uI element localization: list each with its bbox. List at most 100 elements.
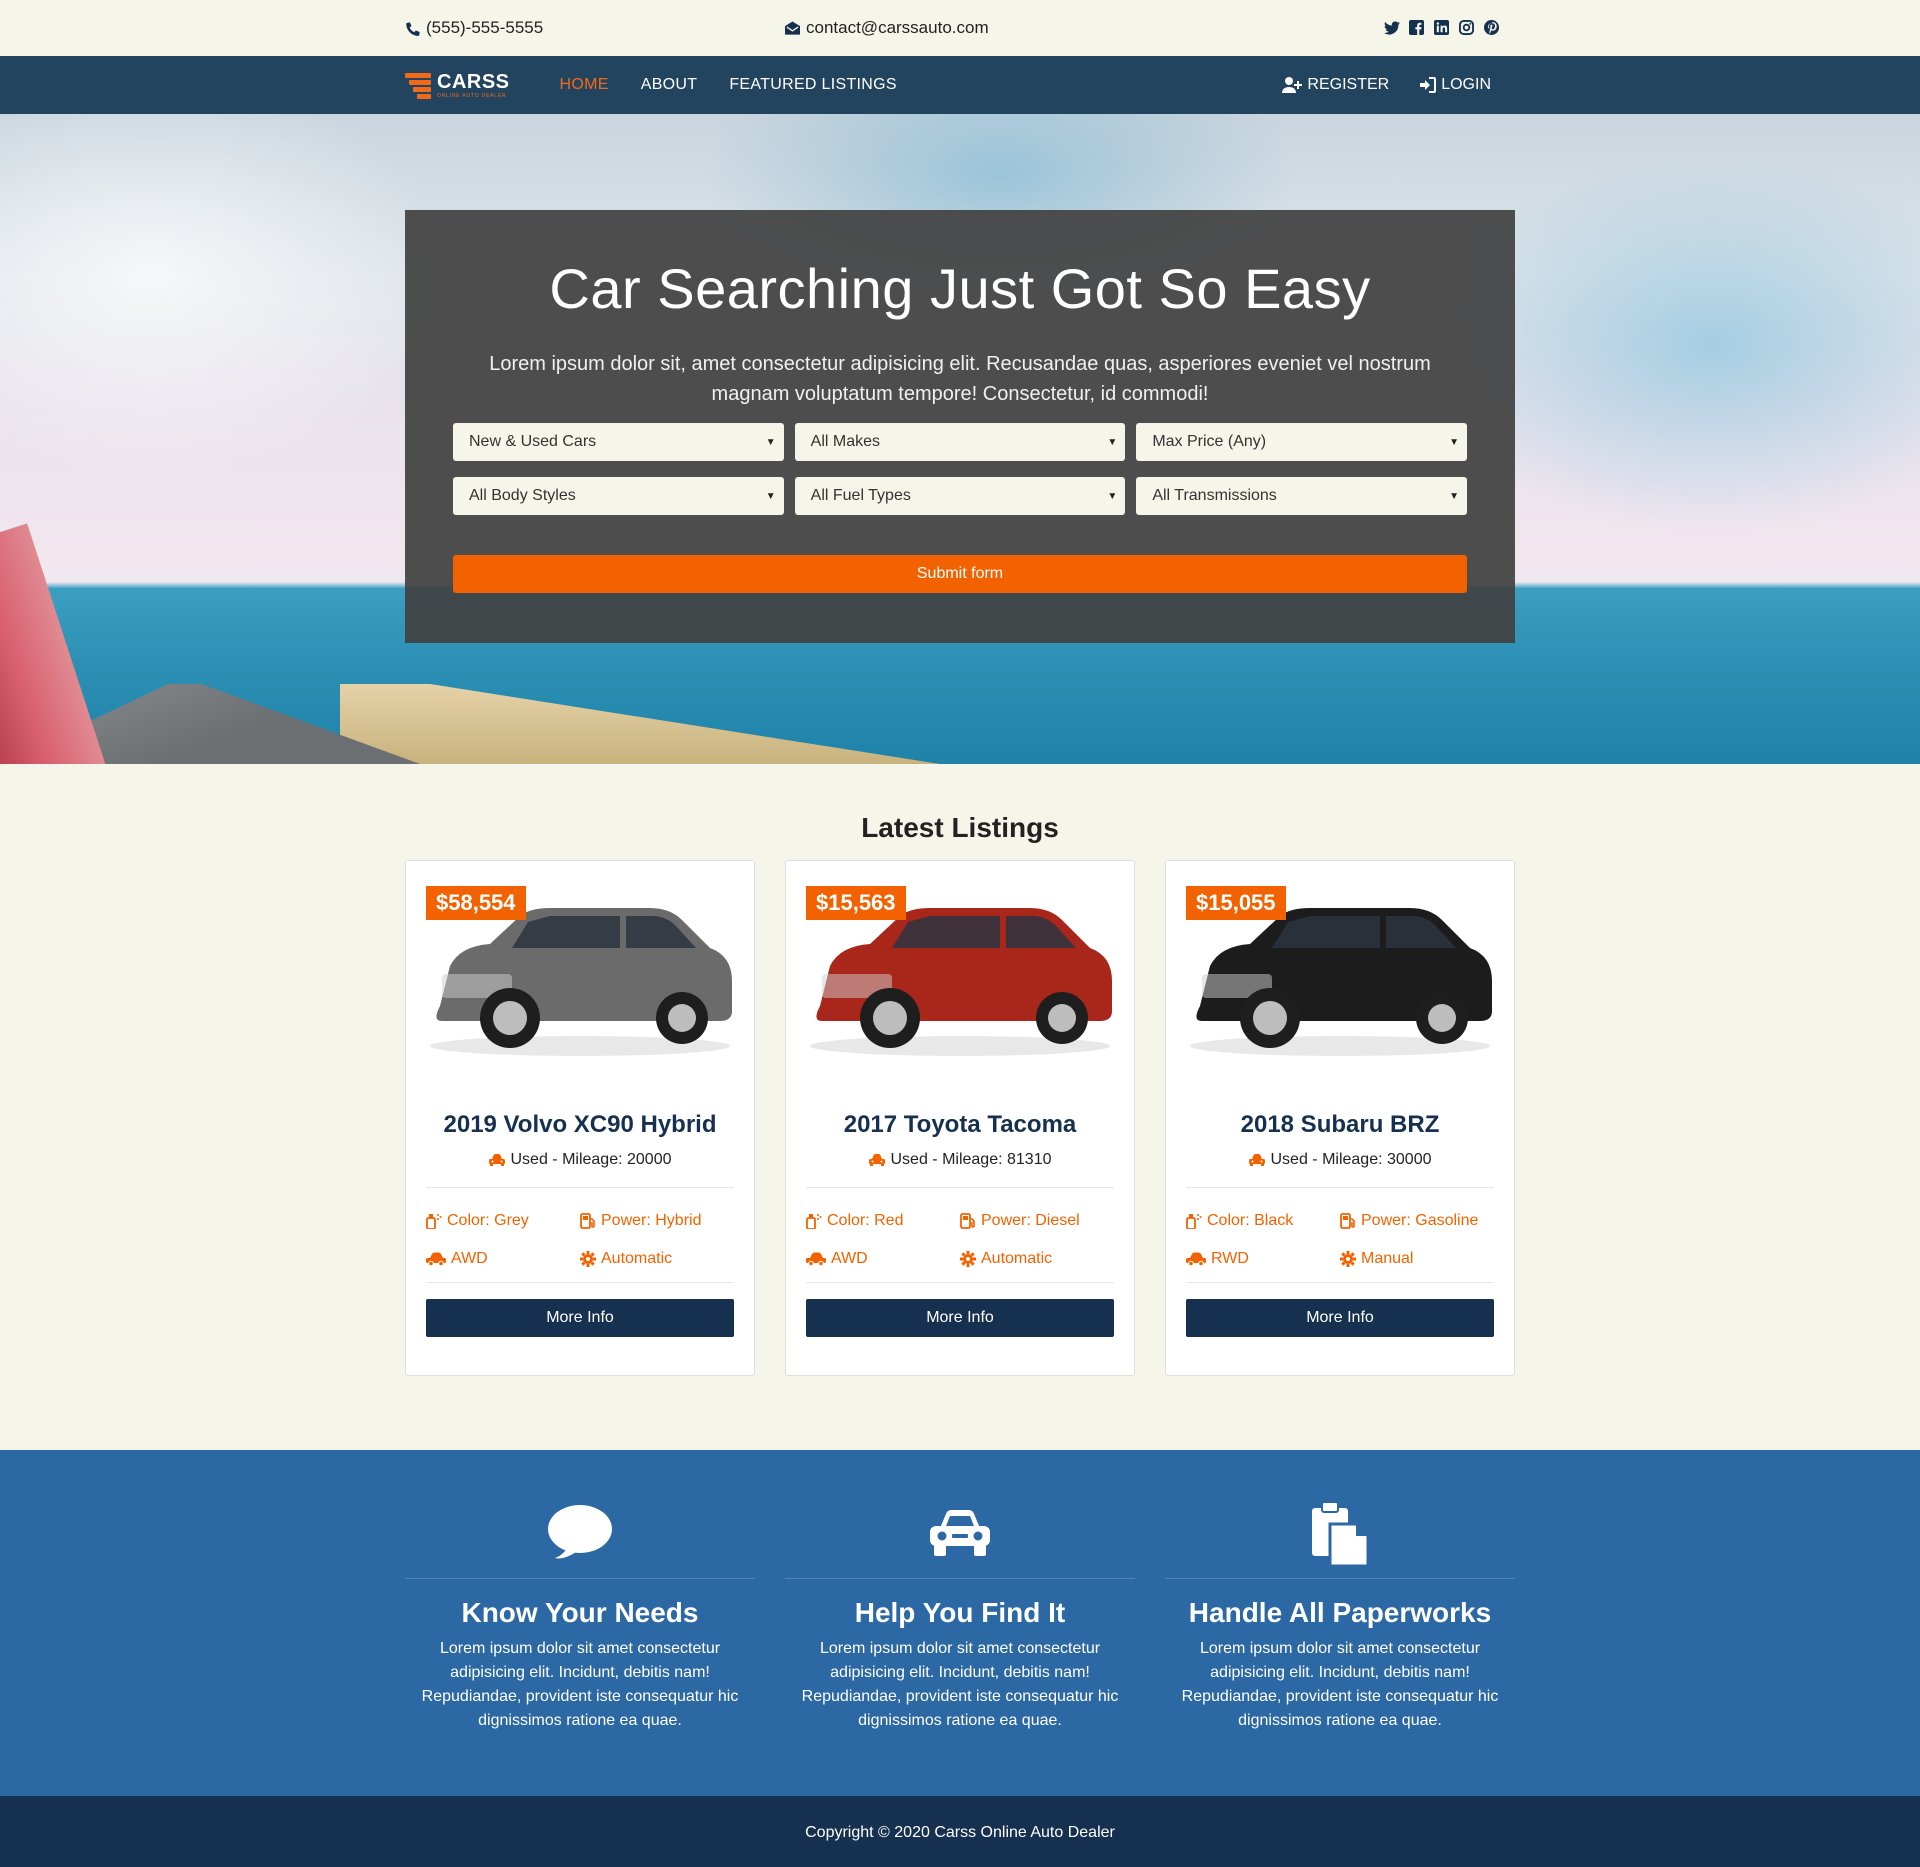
pinterest-icon[interactable]: [1484, 20, 1500, 36]
spec-drivetrain-text: AWD: [451, 1250, 488, 1267]
spray-can-icon: [806, 1214, 822, 1229]
nav-link-featured-listings[interactable]: FEATURED LISTINGS: [729, 76, 897, 94]
login-link[interactable]: LOGIN: [1419, 76, 1491, 94]
logo-tagline: ONLINE AUTO DEALER: [437, 92, 507, 99]
car-icon: [1248, 1153, 1265, 1166]
feature-text: Lorem ipsum dolor sit amet consectetur a…: [421, 1640, 739, 1729]
spec-power: Power: Diesel: [960, 1212, 1114, 1230]
feature-title: Help You Find It: [854, 1597, 1066, 1628]
feature-know-your-needs: Know Your Needs Lorem ipsum dolor sit am…: [405, 1500, 755, 1733]
make-select[interactable]: All Makes ▼: [794, 423, 1126, 461]
spec-power: Power: Hybrid: [580, 1212, 734, 1230]
spec-transmission-text: Automatic: [981, 1250, 1053, 1267]
car-title[interactable]: 2018 Subaru BRZ: [1186, 1111, 1494, 1139]
email-contact[interactable]: contact@carssauto.com: [785, 18, 989, 38]
listing-card[interactable]: $15,563 2017 Toyota Tacoma Used - Mileag…: [785, 860, 1135, 1376]
spec-color-text: Color: Red: [827, 1212, 904, 1229]
car-title[interactable]: 2017 Toyota Tacoma: [806, 1111, 1114, 1139]
spec-color-text: Color: Black: [1207, 1212, 1294, 1229]
car-side-icon: [806, 1252, 826, 1266]
spray-can-icon: [1186, 1214, 1202, 1229]
more-info-button[interactable]: More Info: [806, 1299, 1114, 1337]
spec-power: Power: Gasoline: [1340, 1212, 1494, 1230]
social-links: [1384, 20, 1500, 36]
spec-transmission: Automatic: [960, 1250, 1114, 1268]
spec-drivetrain: RWD: [1186, 1250, 1340, 1268]
caret-down-icon: ▼: [1449, 436, 1459, 448]
spec-drivetrain-text: RWD: [1211, 1250, 1249, 1267]
car-photo[interactable]: $58,554: [406, 861, 754, 1091]
spec-power-text: Power: Hybrid: [601, 1212, 702, 1229]
fuel-type-select[interactable]: All Fuel Types ▼: [794, 477, 1126, 515]
search-panel: Car Searching Just Got So Easy Lorem ips…: [405, 210, 1515, 643]
spec-power-text: Power: Gasoline: [1361, 1212, 1479, 1229]
feature-handle-paperworks: Handle All Paperworks Lorem ipsum dolor …: [1165, 1500, 1515, 1733]
nav-links: HOME ABOUT FEATURED LISTINGS: [560, 76, 897, 94]
car-photo[interactable]: $15,563: [786, 861, 1134, 1091]
phone-contact[interactable]: (555)-555-5555: [405, 18, 543, 38]
logo[interactable]: CARSS ONLINE AUTO DEALER: [405, 56, 510, 114]
footer: Copyright © 2020 Carss Online Auto Deale…: [0, 1796, 1920, 1867]
car-photo[interactable]: $15,055: [1166, 861, 1514, 1091]
make-select-value: All Makes: [810, 433, 881, 450]
body-style-select[interactable]: All Body Styles ▼: [453, 477, 784, 515]
car-side-icon: [426, 1252, 446, 1266]
feature-text: Lorem ipsum dolor sit amet consectetur a…: [1181, 1640, 1499, 1729]
nav-link-about[interactable]: ABOUT: [641, 76, 698, 94]
more-info-button[interactable]: More Info: [426, 1299, 734, 1337]
instagram-icon[interactable]: [1459, 20, 1475, 36]
gas-pump-icon: [1340, 1213, 1355, 1229]
listing-cards: $58,554 2019 Volvo XC90 Hybrid Used - Mi…: [405, 860, 1515, 1376]
spec-drivetrain-text: AWD: [831, 1250, 868, 1267]
latest-listings-section: Latest Listings $58,554 2019 Volvo XC90 …: [0, 764, 1920, 1450]
car-icon: [930, 1510, 990, 1556]
condition-select[interactable]: New & Used Cars ▼: [453, 423, 784, 461]
cog-icon: [580, 1251, 596, 1267]
features-section: Know Your Needs Lorem ipsum dolor sit am…: [0, 1450, 1920, 1796]
more-info-button[interactable]: More Info: [1186, 1299, 1494, 1337]
car-condition-mileage: Used - Mileage: 81310: [806, 1151, 1114, 1169]
chat-bubble-icon: [548, 1505, 612, 1559]
listing-card[interactable]: $15,055 2018 Subaru BRZ Used - Mileage: …: [1165, 860, 1515, 1376]
listing-card[interactable]: $58,554 2019 Volvo XC90 Hybrid Used - Mi…: [405, 860, 755, 1376]
main-navbar: CARSS ONLINE AUTO DEALER HOME ABOUT FEAT…: [0, 56, 1920, 114]
spec-color: Color: Grey: [426, 1212, 580, 1230]
logo-mark-icon: [405, 70, 433, 100]
car-icon: [488, 1153, 505, 1166]
caret-down-icon: ▼: [1449, 490, 1459, 502]
login-label: LOGIN: [1441, 76, 1491, 93]
car-specs: Color: Grey Power: Hybrid AWD Automatic: [426, 1188, 734, 1282]
hero-section: Car Searching Just Got So Easy Lorem ips…: [0, 114, 1920, 764]
search-filters: New & Used Cars ▼ All Makes ▼ Max Price (A…: [453, 423, 1467, 515]
linkedin-icon[interactable]: [1434, 20, 1450, 36]
car-condition-text: Used - Mileage: 30000: [1270, 1151, 1432, 1168]
max-price-select-value: Max Price (Any): [1152, 433, 1267, 450]
car-condition-text: Used - Mileage: 81310: [890, 1151, 1052, 1168]
spec-color-text: Color: Grey: [447, 1212, 529, 1229]
feature-title: Handle All Paperworks: [1188, 1597, 1492, 1628]
spec-transmission: Automatic: [580, 1250, 734, 1268]
envelope-icon: [785, 21, 800, 35]
twitter-icon[interactable]: [1384, 20, 1400, 36]
car-condition-mileage: Used - Mileage: 20000: [426, 1151, 734, 1169]
nav-link-home[interactable]: HOME: [560, 76, 609, 94]
facebook-icon[interactable]: [1409, 20, 1425, 36]
car-title[interactable]: 2019 Volvo XC90 Hybrid: [426, 1111, 734, 1139]
car-condition-text: Used - Mileage: 20000: [510, 1151, 672, 1168]
price-badge: $15,055: [1186, 886, 1286, 920]
transmission-select[interactable]: All Transmissions ▼: [1136, 477, 1467, 515]
gas-pump-icon: [960, 1213, 975, 1229]
paste-icon: [1312, 1501, 1370, 1566]
hero-title: Car Searching Just Got So Easy: [549, 257, 1371, 320]
feature-text: Lorem ipsum dolor sit amet consectetur a…: [801, 1640, 1119, 1729]
register-link[interactable]: REGISTER: [1282, 76, 1389, 94]
spray-can-icon: [426, 1214, 442, 1229]
spec-drivetrain: AWD: [426, 1250, 580, 1268]
user-plus-icon: [1282, 77, 1303, 93]
sign-in-icon: [1420, 77, 1437, 93]
logo-name: CARSS: [437, 70, 510, 93]
submit-button[interactable]: Submit form: [453, 555, 1467, 593]
car-side-icon: [1186, 1252, 1206, 1266]
register-label: REGISTER: [1307, 76, 1390, 93]
max-price-select[interactable]: Max Price (Any) ▼: [1136, 423, 1467, 461]
